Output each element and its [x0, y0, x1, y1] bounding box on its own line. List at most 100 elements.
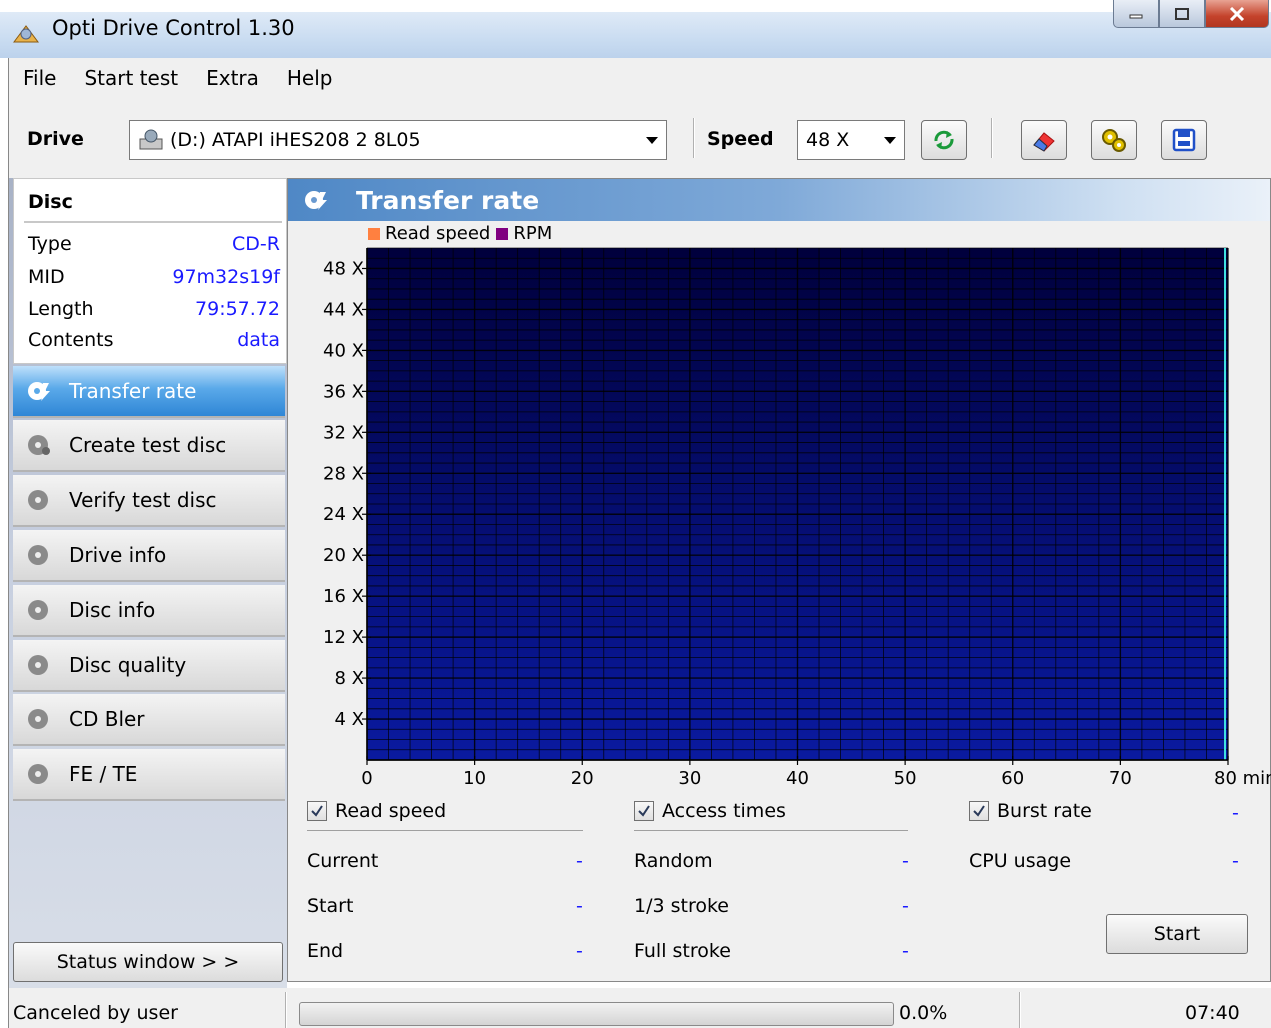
x-tick-label: 80 min	[1214, 768, 1271, 789]
nav-cd-bler[interactable]: CD Bler	[13, 694, 285, 746]
nav-create-test-disc[interactable]: Create test disc	[13, 420, 285, 472]
nav-fe-te[interactable]: FE / TE	[13, 749, 285, 801]
close-icon	[1229, 6, 1245, 21]
drive-icon	[139, 129, 163, 150]
maximize-button[interactable]	[1159, 0, 1205, 28]
end-value: -	[576, 940, 583, 962]
drive-select[interactable]: (D:) ATAPI iHES208 2 8L05	[129, 120, 667, 160]
chevron-down-icon	[646, 137, 658, 144]
eraser-icon	[1033, 132, 1055, 152]
access-times-checkbox[interactable]: Access times	[634, 800, 786, 822]
chevron-down-icon	[884, 137, 896, 144]
menu-file[interactable]: File	[9, 66, 70, 90]
read-speed-checkbox[interactable]: Read speed	[307, 800, 446, 822]
start-button[interactable]: Start	[1106, 914, 1248, 954]
burst-rate-value: -	[1232, 802, 1239, 824]
settings-button[interactable]	[1091, 120, 1137, 160]
disc-type-label: Type	[28, 233, 72, 255]
disc-icon	[28, 709, 48, 729]
nav-transfer-rate[interactable]: Transfer rate	[13, 366, 285, 418]
disc-icon	[28, 764, 48, 784]
transfer-rate-icon	[305, 191, 327, 210]
y-tick-label: 8 X	[334, 668, 364, 689]
x-tick-label: 0	[361, 768, 372, 789]
panel-header: Transfer rate	[288, 179, 1270, 221]
y-tick-label: 40 X	[323, 340, 364, 361]
drive-label: Drive	[27, 128, 84, 150]
progress-bar	[299, 1002, 894, 1026]
x-tick-label: 70	[1109, 768, 1132, 789]
y-tick-label: 28 X	[323, 463, 364, 484]
speed-label: Speed	[707, 128, 774, 150]
minimize-button[interactable]	[1113, 0, 1159, 28]
x-tick-label: 50	[894, 768, 917, 789]
third-stroke-label: 1/3 stroke	[634, 895, 729, 917]
y-tick-label: 44 X	[323, 299, 364, 320]
read-speed-check-label: Read speed	[335, 800, 447, 822]
title-bar: Opti Drive Control 1.30	[0, 0, 1271, 58]
disc-mid-value: 97m32s19f	[172, 266, 280, 288]
nav-label: Create test disc	[69, 433, 227, 457]
y-tick-label: 12 X	[323, 627, 364, 648]
refresh-icon	[934, 130, 954, 150]
start-label: Start	[307, 895, 354, 917]
drive-value: (D:) ATAPI iHES208 2 8L05	[170, 129, 421, 151]
refresh-button[interactable]	[921, 120, 967, 160]
y-tick-label: 32 X	[323, 422, 364, 443]
nav-disc-info[interactable]: Disc info	[13, 585, 285, 637]
disc-type-value: CD-R	[232, 233, 280, 255]
nav-label: Disc quality	[69, 653, 187, 677]
y-tick-label: 16 X	[323, 586, 364, 607]
nav-disc-quality[interactable]: Disc quality	[13, 640, 285, 692]
disc-length-value: 79:57.72	[195, 298, 280, 320]
third-stroke-value: -	[902, 895, 909, 917]
panel-title: Transfer rate	[356, 185, 540, 215]
speed-value: 48 X	[806, 129, 850, 151]
burst-rate-checkbox[interactable]: Burst rate	[969, 800, 1092, 822]
erase-button[interactable]	[1021, 120, 1067, 160]
nav-verify-test-disc[interactable]: Verify test disc	[13, 475, 285, 527]
gears-icon	[1102, 129, 1126, 152]
maximize-icon	[1175, 7, 1189, 20]
status-window-button[interactable]: Status window > >	[13, 942, 283, 982]
speed-select[interactable]: 48 X	[797, 120, 905, 160]
disc-contents-value: data	[237, 329, 280, 351]
progress-text: 0.0%	[899, 1002, 948, 1024]
left-panel: Disc Type CD-R MID 97m32s19f Length 79:57.7…	[8, 178, 287, 988]
status-message: Canceled by user	[13, 1002, 178, 1024]
nav-label: Verify test disc	[69, 488, 217, 512]
window-title: Opti Drive Control 1.30	[52, 16, 295, 40]
disc-icon	[28, 600, 48, 620]
elapsed-time: 07:40	[1185, 1002, 1240, 1024]
x-tick-label: 60	[1001, 768, 1024, 789]
save-icon	[1172, 128, 1196, 152]
menu-bar: File Start test Extra Help	[8, 58, 1271, 98]
minimize-icon	[1129, 14, 1143, 18]
nav-label: Drive info	[69, 543, 167, 567]
nav-label: FE / TE	[69, 762, 138, 786]
close-button[interactable]	[1205, 0, 1269, 28]
disc-info-box: Disc Type CD-R MID 97m32s19f Length 79:57.7…	[13, 178, 287, 364]
x-tick-label: 10	[463, 768, 486, 789]
transfer-rate-chart: 4 X 8 X 12 X 16 X 20 X 24 X 28 X 32 X 36 X 40 X 44…	[323, 247, 1271, 789]
current-label: Current	[307, 850, 379, 872]
nav-label: Transfer rate	[69, 379, 197, 403]
y-tick-label: 36 X	[323, 381, 364, 402]
random-value: -	[902, 850, 909, 872]
status-bar: Canceled by user 0.0% 07:40	[8, 988, 1271, 1028]
menu-help[interactable]: Help	[273, 66, 347, 90]
disc-length-label: Length	[28, 298, 94, 320]
x-tick-label: 30	[678, 768, 701, 789]
menu-start-test[interactable]: Start test	[70, 66, 192, 90]
y-tick-label: 20 X	[323, 545, 364, 566]
full-stroke-label: Full stroke	[634, 940, 731, 962]
checkmark-icon	[307, 801, 327, 821]
save-button[interactable]	[1161, 120, 1207, 160]
cpu-usage-label: CPU usage	[969, 850, 1072, 872]
y-tick-label: 4 X	[334, 709, 364, 730]
nav-drive-info[interactable]: Drive info	[13, 530, 285, 582]
nav-label: Disc info	[69, 598, 156, 622]
menu-extra[interactable]: Extra	[192, 66, 273, 90]
burst-rate-check-label: Burst rate	[997, 800, 1092, 822]
app-icon	[13, 25, 39, 43]
